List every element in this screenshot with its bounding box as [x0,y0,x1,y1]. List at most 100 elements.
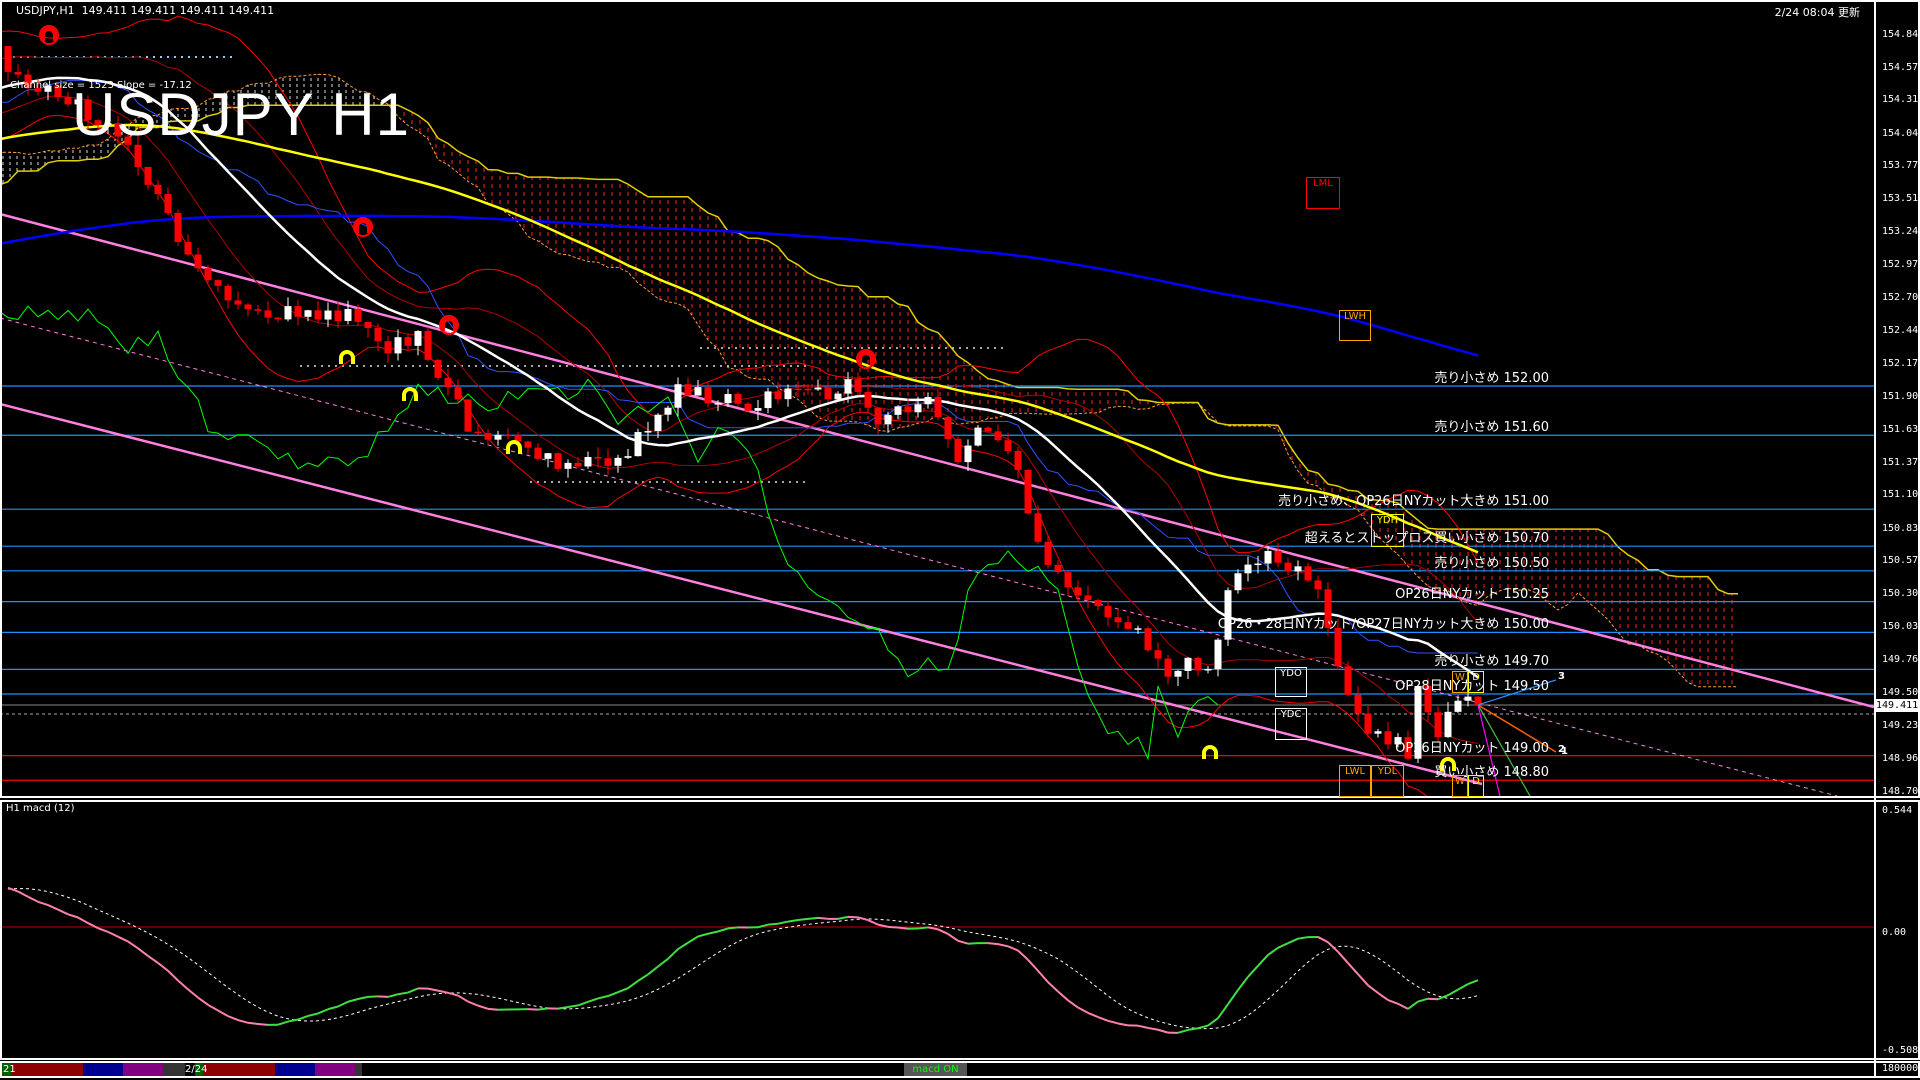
price-axis-tick: 151.370 [1882,456,1920,468]
macd-toggle-button[interactable]: macd ON [904,1063,967,1076]
session-gap [355,1063,362,1076]
ichimoku-cloud-segment [688,196,698,325]
chart-canvas[interactable] [0,0,1920,1080]
ichimoku-cloud-segment [1608,534,1618,633]
bear-candle [684,384,692,396]
macd-line-segment [1387,999,1399,1005]
bull-candle [1174,670,1182,677]
bear-candle [1304,566,1312,581]
price-level-label: 売り小さめ 152.00 [1434,371,1549,386]
price-axis-tick: 153.775 [1882,160,1920,172]
macd-axis-top: 0.544 [1882,805,1913,816]
macd-line-segment [1457,983,1469,991]
bear-candle [1044,541,1052,565]
ichimoku-cloud-segment [1078,389,1088,414]
bull-candle [674,384,682,408]
bear-candle [384,341,392,354]
box-label: YDC [1280,709,1302,720]
bear-candle [854,379,862,392]
macd-line-segment [1277,942,1289,949]
ichimoku-cloud-segment [68,148,78,161]
price-axis-tick: 154.310 [1882,94,1920,106]
reference-box-lwl: LWL [1339,765,1371,797]
macd-line-segment [67,913,79,919]
bear-candle [734,394,742,404]
bear-candle [804,388,812,391]
fractal-high-icon [355,219,371,233]
bull-candle [654,414,662,432]
bear-candle [604,458,612,466]
macd-line-segment [1377,992,1389,1001]
reference-box-ydl: YDL [1371,765,1404,797]
ichimoku-cloud-segment [708,212,718,349]
macd-line-segment [207,1003,219,1012]
price-axis-tick: 150.035 [1882,621,1920,633]
ichimoku-cloud-segment [728,231,738,371]
macd-line-segment [987,942,999,946]
bull-candle [644,431,652,433]
macd-line-segment [27,895,39,903]
macd-line-segment [1227,989,1239,1005]
price-level-label: 売り小さめ 149.70 [1434,654,1549,670]
bear-candle [4,46,12,72]
bull-candle [974,427,982,446]
bear-candle [1074,587,1082,596]
symbol-quote-header: USDJPY,H1 149.411 149.411 149.411 149.41… [16,4,274,17]
bear-candle [1354,694,1362,714]
macd-line-segment [967,942,979,945]
macd-line-segment [1217,1003,1229,1019]
price-axis-tick: 149.500 [1882,687,1920,698]
bear-candle [164,194,172,213]
macd-line-segment [677,941,689,950]
price-level-label: 売り小さめ 151.60 [1434,420,1549,436]
macd-line-segment [717,927,729,933]
current-price-label: 149.411 [1876,698,1919,712]
bull-candle [614,457,622,466]
price-axis-tick: 152.440 [1882,324,1920,336]
bear-candle [254,309,262,311]
macd-line-segment [1367,984,1379,994]
bull-candle [584,456,592,467]
ichimoku-cloud-segment [1718,589,1728,687]
macd-line-segment [1067,999,1079,1009]
bear-candle [464,399,472,432]
macd-line-segment [537,1007,549,1011]
price-axis-tick: 150.300 [1882,588,1920,600]
macd-line-segment [1397,1002,1409,1010]
session-gap [163,1063,185,1076]
macd-line-segment [77,916,89,924]
macd-line-segment [487,1007,499,1011]
bear-candle [1024,469,1032,514]
macd-axis-bottom: -0.508 [1882,1045,1919,1056]
macd-line-segment [957,939,969,945]
bull-candle [844,379,852,394]
price-level-label: OP26・28日NYカット/OP27日NYカット大きめ 150.00 [1217,617,1549,633]
ichimoku-cloud-segment [1728,593,1738,687]
macd-line-segment [307,1012,319,1017]
ichimoku-cloud-segment [1568,529,1578,605]
bear-candle [1094,599,1102,607]
macd-line-segment [837,915,849,920]
box-label: D [1472,776,1480,787]
macd-plot [2,886,1874,1034]
macd-line-segment [597,995,609,1000]
bull-candle [1134,628,1142,630]
bull-candle [1254,563,1262,566]
bear-candle [774,391,782,400]
macd-line-segment [1437,994,1449,1001]
macd-line-segment [897,926,909,930]
macd-line-segment [1267,946,1279,956]
bull-candle [784,388,792,400]
bear-candle [224,285,232,301]
ichimoku-cloud-segment [428,122,438,160]
macd-line-segment [337,1000,349,1008]
price-axis-tick: 152.170 [1882,358,1920,370]
macd-line-segment [227,1015,239,1022]
bull-candle [414,331,422,346]
macd-line-segment [1447,988,1459,997]
ichimoku-cloud-segment [1578,529,1588,602]
bear-candle [534,447,542,459]
bull-candle [324,310,332,320]
ichimoku-cloud-segment [558,177,568,255]
bear-candle [1344,666,1352,695]
